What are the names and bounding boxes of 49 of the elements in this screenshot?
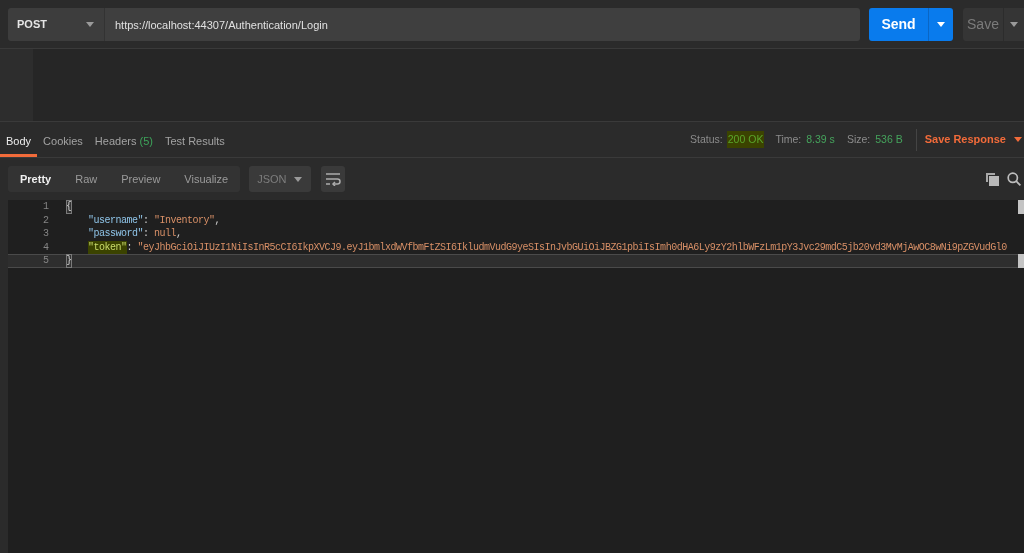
search-icon[interactable] (1007, 172, 1021, 186)
json-string: "eyJhbGciOiJIUzI1NiIsInR5cCI6IkpXVCJ9.eyJ1bmlxdWVfbmFtZSI6IkludmVudG9yeSIsInJvbGUiOiJBZG1pbiIsImh0dHA6Ly9zY2hlbWFzLm1pY3Jvc29mdC5jb20vd3MvMjAwOC8wNi9pZGVudGl0 (137, 240, 1007, 255)
metric-label: Time: (775, 131, 802, 147)
caret-icon (1010, 22, 1018, 27)
json-brace: } (66, 254, 72, 268)
scroll-marker (1018, 200, 1024, 214)
response-tab[interactable]: Body (0, 122, 38, 157)
json-punctuation: , (176, 227, 182, 241)
json-punctuation: : (126, 240, 134, 255)
line-number: 2 (42, 213, 50, 228)
json-key: "username" (88, 213, 143, 228)
json-key: "token" (88, 240, 127, 255)
save-options-button[interactable] (1003, 8, 1024, 41)
view-mode-tab[interactable]: Visualize (172, 166, 241, 192)
save-response-button[interactable]: Save Response (924, 131, 1024, 148)
line-number: 3 (42, 227, 50, 241)
view-mode-tab[interactable]: Preview (109, 166, 173, 192)
scroll-marker (1018, 254, 1024, 268)
url-field[interactable]: https://localhost:44307/Authentication/Login (105, 8, 860, 41)
metric-value: 200 OK (726, 130, 765, 149)
line-number: 4 (42, 240, 50, 255)
wrap-lines-button[interactable] (321, 166, 346, 192)
caret-icon (1014, 137, 1022, 142)
response-tab[interactable]: Test Results (158, 122, 231, 157)
metric-value: 8.39 s (805, 131, 836, 147)
copy-icon[interactable] (986, 172, 999, 186)
caret-icon (937, 22, 945, 27)
json-brace: { (66, 200, 72, 214)
line-number: 5 (42, 254, 50, 268)
line-number: 1 (42, 200, 50, 214)
metric-label: Size: (846, 131, 871, 147)
view-mode-tab[interactable]: Raw (63, 166, 110, 192)
save-button[interactable]: Save (963, 8, 1003, 41)
metric-label: Status: (690, 131, 723, 147)
response-tab[interactable]: Headers (5) (88, 122, 159, 157)
json-punctuation: , (214, 213, 221, 228)
view-mode-tab[interactable]: Pretty (8, 166, 64, 192)
json-key: "password" (88, 227, 143, 241)
metric-value: 536 B (874, 131, 904, 147)
send-options-button[interactable] (928, 8, 953, 41)
json-string: "Inventory" (154, 213, 215, 228)
json-punctuation: : (143, 227, 150, 241)
caret-icon (86, 22, 94, 27)
caret-icon (294, 176, 303, 182)
json-punctuation: : (143, 213, 150, 228)
text-wrap-icon (325, 172, 342, 186)
send-button[interactable]: Send (869, 8, 928, 41)
method-dropdown[interactable]: POST (8, 8, 105, 41)
response-tab[interactable]: Cookies (37, 122, 89, 157)
